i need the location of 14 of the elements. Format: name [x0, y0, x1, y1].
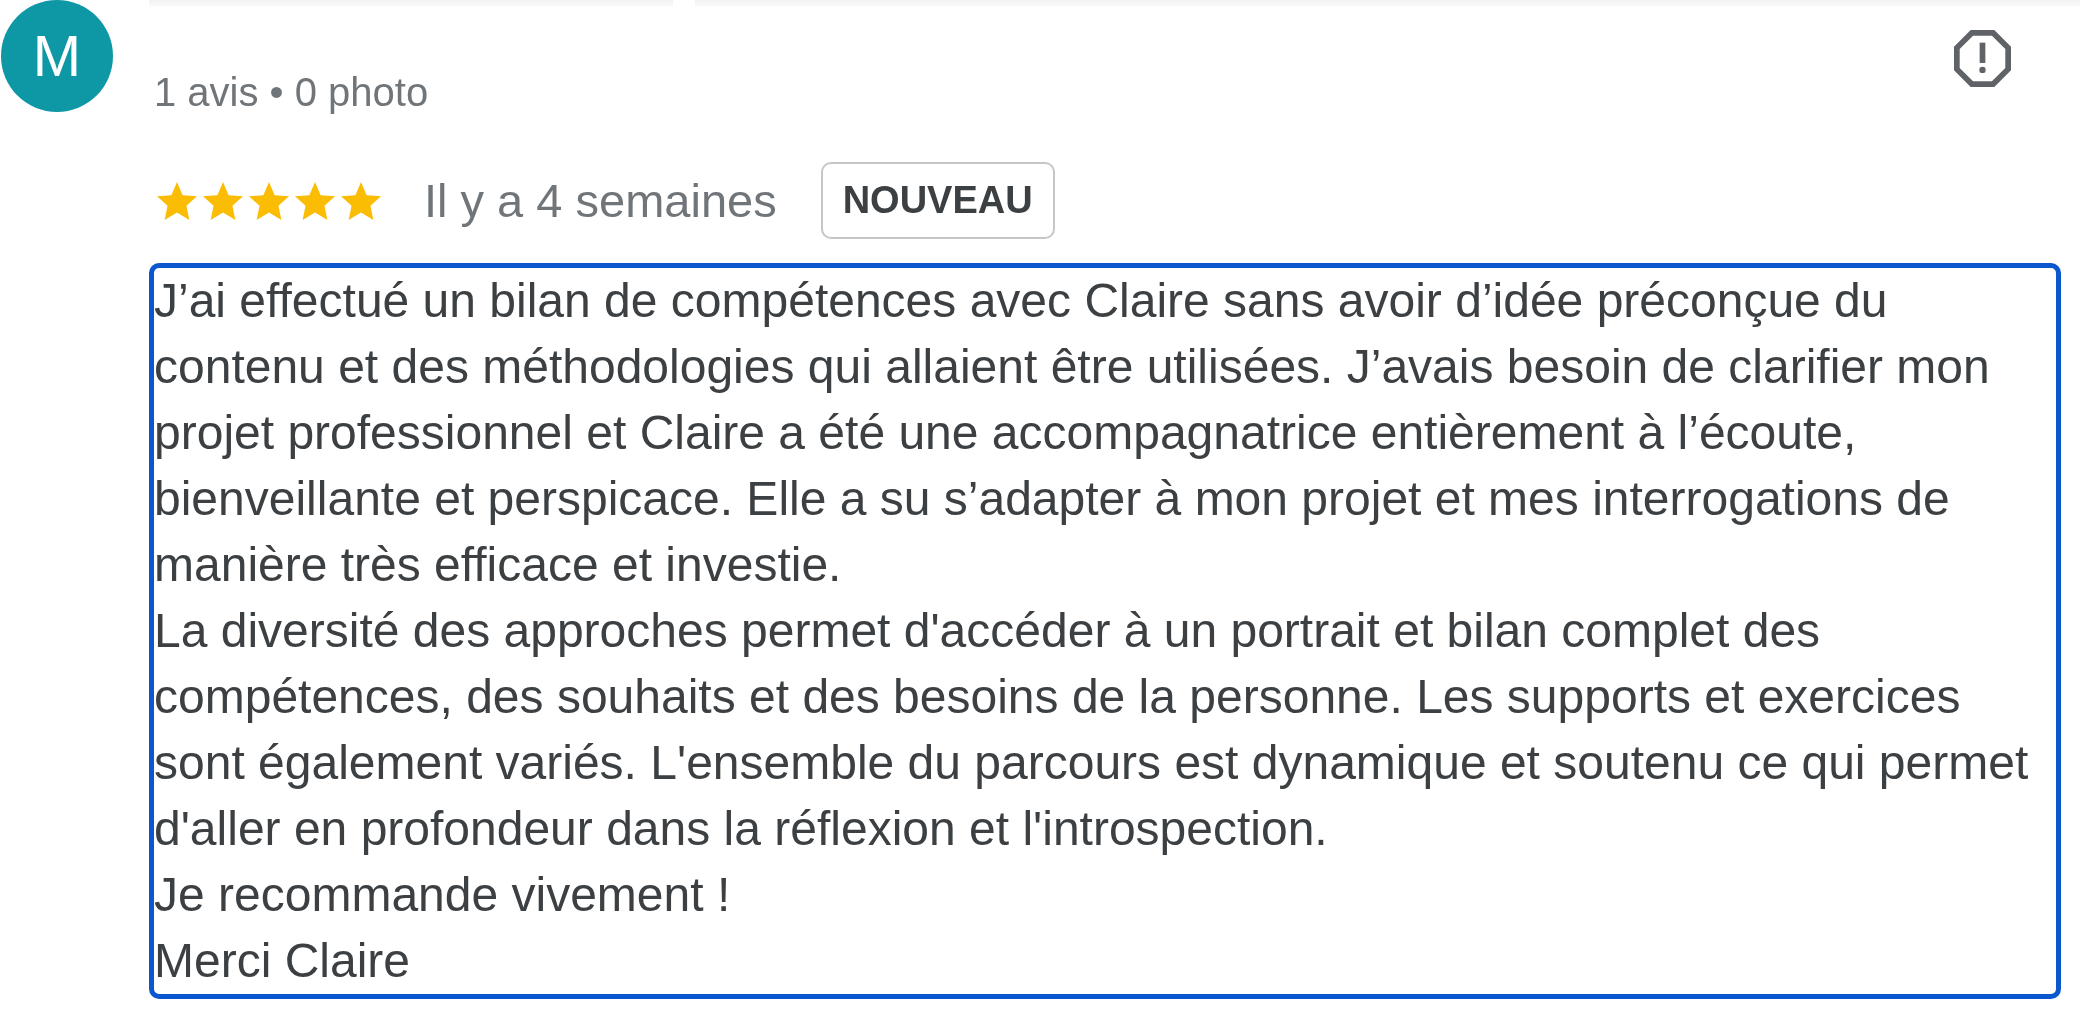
star-icon	[157, 181, 197, 220]
review-date: Il y a 4 semaines	[424, 172, 777, 229]
review-paragraph: Je recommande vivement !	[154, 867, 732, 923]
star-icon	[341, 181, 381, 220]
review-paragraph: La diversité des approches permet d'accéder à un portrait et bilan complet des compétences, des souhaits et des besoins de la personne. Les supports et exercices sont également variés. L'ensemble du parcours est dynamique et soutenu ce qui permet d'aller en profondeur dans la réflexion et l'introspection.	[154, 603, 2030, 857]
star-icon	[203, 181, 243, 220]
exclamation-octagon-icon[interactable]	[1954, 30, 2011, 87]
review-paragraph: Merci Claire	[154, 933, 412, 989]
review-paragraph: J’ai effectué un bilan de compétences avec Claire sans avoir d’idée préconçue du contenu et des méthodologies qui allaient être utilisées. J’avais besoin de clarifier mon projet professionnel et Claire a été une accompagnatrice entièrement à l’écoute, bienveillante et perspicace. Elle a su s’adapter à mon projet et mes interrogations de manière très efficace et investie.	[154, 273, 1991, 593]
reviewer-stats: 1 avis • 0 photo	[154, 69, 429, 115]
star-icon	[249, 181, 289, 220]
new-badge: NOUVEAU	[820, 162, 1055, 239]
avatar[interactable]: M	[1, 0, 113, 112]
star-icon	[295, 181, 335, 220]
